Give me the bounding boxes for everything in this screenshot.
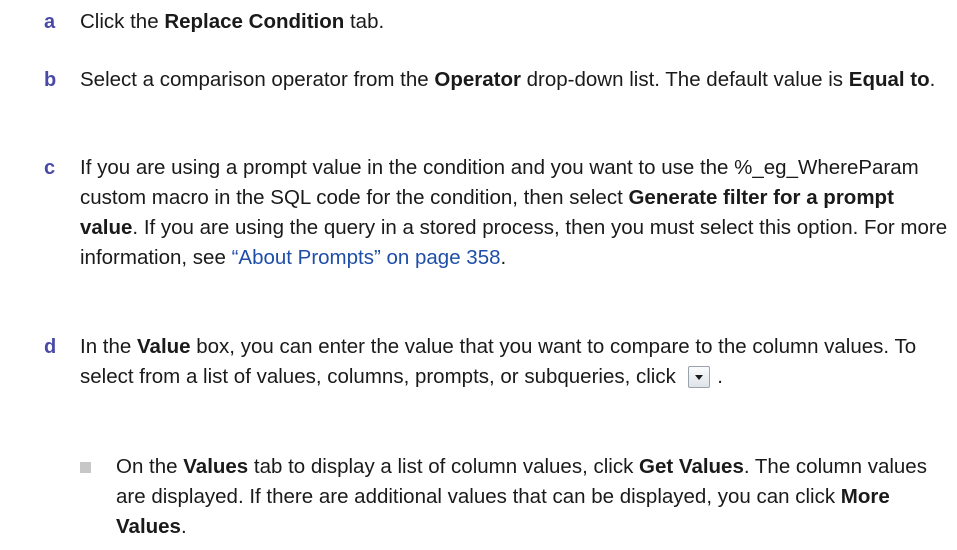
text-run: box, you can enter the value that you wa…: [80, 335, 917, 388]
text-run: Click the: [80, 10, 165, 33]
step-marker: c: [44, 157, 56, 179]
bold-term: Replace Condition: [164, 10, 345, 33]
step-marker: d: [44, 336, 57, 358]
text-run: drop-down list. The default value is: [520, 68, 849, 91]
text-run: .: [929, 68, 936, 91]
dropdown-arrow-icon: [687, 366, 710, 388]
bold-term: Values: [183, 455, 249, 478]
text-run: Select a comparison operator from the: [80, 68, 435, 91]
cross-reference-link[interactable]: “About Prompts” on page 358: [232, 246, 501, 269]
bold-term: Operator: [434, 68, 521, 91]
bold-term: Equal to: [848, 68, 930, 91]
square-bullet-icon: [80, 462, 91, 473]
bullet-text: On the Values tab to display a list of c…: [116, 452, 951, 542]
text-run: . If you are using the query in a stored…: [80, 216, 948, 269]
step-text: If you are using a prompt value in the c…: [80, 153, 950, 273]
text-run: On the: [116, 455, 184, 478]
text-run: .: [500, 246, 507, 269]
bold-term: Get Values: [639, 455, 744, 478]
step-text: Click the Replace Condition tab.: [80, 7, 950, 37]
step-text: In the Value box, you can enter the valu…: [80, 332, 950, 392]
text-run: In the: [80, 335, 137, 358]
bold-term: Value: [137, 335, 191, 358]
step-marker: a: [44, 11, 56, 33]
text-run: .: [711, 365, 723, 388]
text-run: .: [180, 515, 187, 538]
step-text: Select a comparison operator from the Op…: [80, 65, 950, 95]
text-run: tab.: [344, 10, 385, 33]
step-marker: b: [44, 69, 57, 91]
text-run: tab to display a list of column values, …: [248, 455, 640, 478]
